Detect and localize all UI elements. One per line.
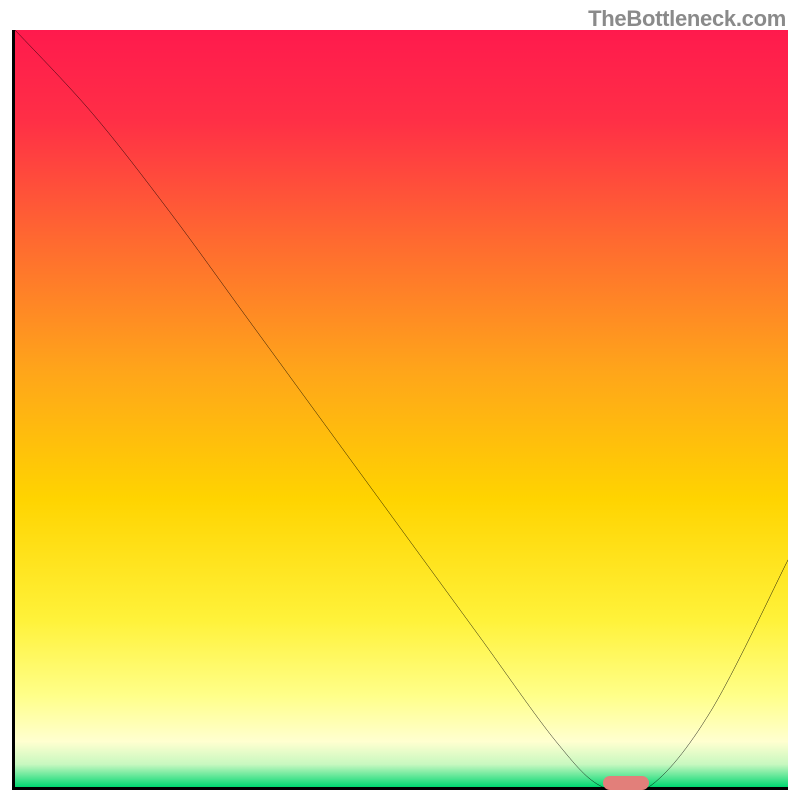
- optimum-marker: [603, 776, 649, 790]
- background-gradient: [15, 30, 788, 787]
- chart-container: TheBottleneck.com: [0, 0, 800, 800]
- attribution-text: TheBottleneck.com: [588, 6, 786, 32]
- plot-area: [12, 30, 788, 790]
